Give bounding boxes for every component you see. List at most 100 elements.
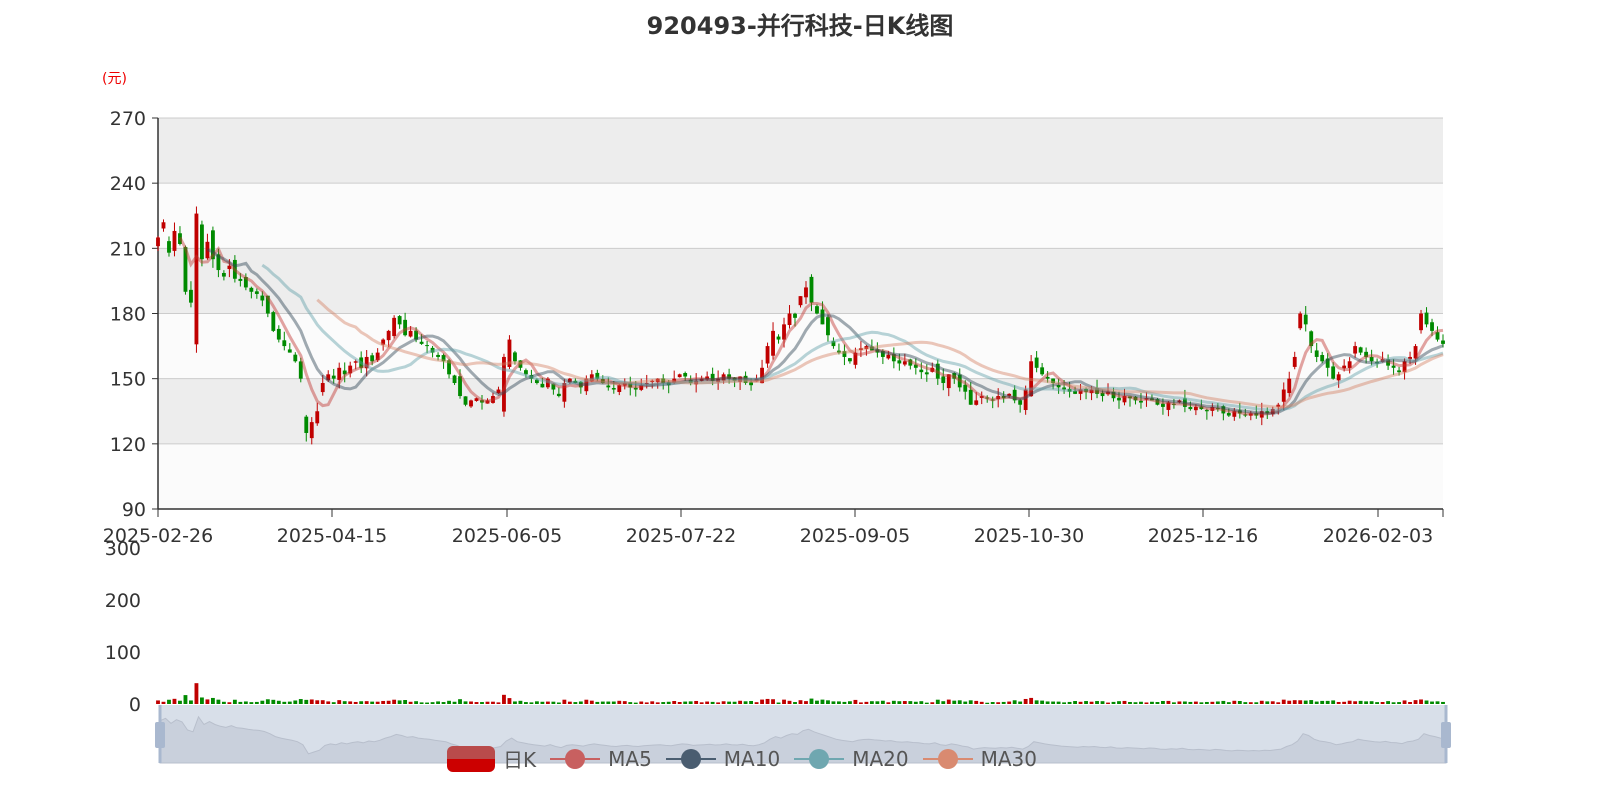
candle-body (304, 416, 309, 433)
datazoom-handle-right[interactable] (1441, 722, 1451, 748)
volume-bar (567, 701, 572, 704)
volume-bar (441, 702, 446, 704)
volume-bar (968, 700, 973, 704)
y-tick-label: 210 (110, 238, 146, 260)
volume-bar (666, 701, 671, 704)
volume-bar (1270, 701, 1275, 704)
volume-bar (1435, 701, 1440, 704)
candle-body (1188, 407, 1193, 410)
volume-bar (573, 702, 578, 704)
volume-bar (216, 699, 221, 704)
volume-bar (600, 701, 605, 704)
volume-bar (1166, 700, 1171, 704)
volume-bar (447, 700, 451, 704)
legend-item-ma20[interactable]: MA20 (794, 746, 909, 772)
volume-bar (320, 700, 325, 704)
volume-bar (820, 699, 825, 704)
volume-bar (1248, 702, 1253, 704)
volume-bar (480, 702, 484, 704)
volume-bar (930, 702, 935, 704)
grid-band (158, 443, 1443, 509)
volume-bar (699, 702, 704, 704)
volume-bar (1397, 702, 1401, 704)
volume-bar (694, 700, 699, 704)
candle-body (513, 352, 517, 362)
volume-bar (1073, 701, 1077, 704)
y-tick-label: 120 (110, 434, 146, 456)
candle-body (1314, 350, 1319, 357)
x-tick-label: 2025-04-15 (277, 525, 387, 547)
legend-item-ma5[interactable]: MA5 (550, 746, 652, 772)
volume-bar (172, 698, 177, 704)
volume-bar (787, 700, 792, 704)
volume-bar (496, 702, 501, 704)
x-tick-label: 2025-06-05 (452, 525, 562, 547)
legend-item-dayk[interactable]: 日K (447, 744, 536, 773)
legend-item-ma10[interactable]: MA10 (665, 746, 780, 772)
volume-bar (1265, 701, 1270, 704)
candle-body (436, 354, 440, 357)
volume-bar (650, 701, 655, 704)
volume-bar (469, 701, 473, 704)
volume-bar (1292, 700, 1297, 704)
volume-bar (1177, 701, 1182, 704)
candle-body (1040, 367, 1045, 375)
volume-bar (1106, 702, 1110, 704)
candle-body (337, 367, 342, 380)
volume-bar (556, 702, 561, 704)
candle-body (161, 222, 166, 229)
volume-bar (1171, 702, 1176, 704)
volume-bar (1012, 700, 1017, 704)
volume-bar (238, 701, 243, 704)
candle-body (941, 376, 946, 384)
y-tick-label: 180 (110, 304, 146, 326)
candle-body (254, 291, 259, 294)
volume-bar (760, 699, 764, 704)
candle-body (221, 272, 226, 277)
candle-body (1424, 312, 1429, 325)
volume-bar (1259, 700, 1264, 704)
datazoom-handle-left[interactable] (155, 722, 165, 748)
volume-bar (183, 695, 188, 704)
volume-bar (672, 700, 677, 704)
volume-bar (1007, 701, 1012, 704)
candle-body (1397, 370, 1401, 373)
volume-bar (1325, 700, 1330, 704)
volume-bar (957, 700, 962, 704)
candle-body (1353, 346, 1358, 354)
candle-body (787, 313, 792, 326)
candle-body (924, 372, 929, 375)
candle-body (1303, 314, 1308, 325)
legend-item-ma30[interactable]: MA30 (922, 746, 1037, 772)
candle-body (1358, 347, 1363, 353)
candle-body (320, 383, 325, 393)
volume-tick-label: 300 (105, 538, 141, 560)
candle-body (606, 385, 611, 388)
volume-bar (1369, 701, 1374, 704)
volume-bar (436, 701, 440, 704)
candle-body (386, 330, 391, 341)
volume-bar (1018, 701, 1023, 704)
volume-bar (1056, 701, 1061, 704)
volume-bar (1067, 701, 1072, 704)
volume-bar (337, 700, 342, 704)
volume-bar (491, 701, 495, 704)
volume-bar (1045, 701, 1050, 704)
volume-bar (1001, 701, 1006, 704)
candle-body (798, 296, 803, 306)
volume-bar (260, 700, 265, 704)
volume-bar (584, 699, 589, 704)
volume-bar (243, 701, 248, 704)
volume-bar (963, 701, 968, 704)
volume-bar (1413, 700, 1418, 704)
volume-bar (578, 701, 583, 704)
candle-body (1139, 400, 1143, 403)
candle-body (403, 319, 408, 336)
volume-bar (1430, 701, 1434, 704)
candle-body (1204, 410, 1209, 412)
candle-body (815, 306, 819, 314)
volume-bar (1034, 700, 1039, 704)
volume-bar (677, 702, 682, 704)
volume-tick-label: 100 (105, 642, 141, 664)
chart-container: 920493-并行科技-日K线图 (元) 270 240 210 180 150 120 9… (0, 0, 1600, 800)
